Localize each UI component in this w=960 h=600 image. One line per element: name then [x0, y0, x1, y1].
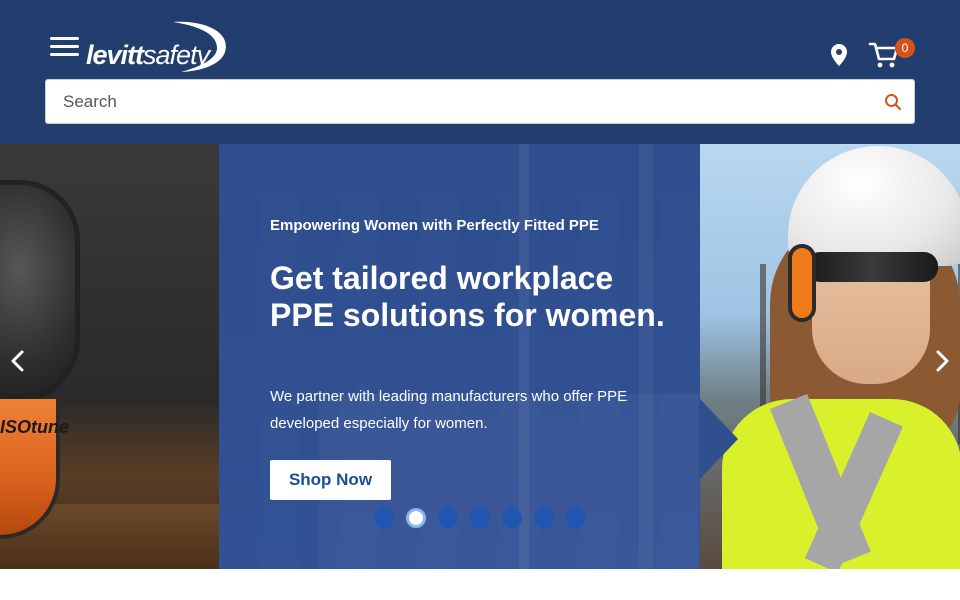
search-icon[interactable]: [884, 93, 902, 111]
hero-carousel: ISOtune Empowering Women with Perfectly …: [0, 144, 960, 569]
logo-text: levittsafety: [86, 40, 210, 70]
earmuff-brand-label: ISOtune: [0, 417, 70, 437]
orange-earmuff: [788, 244, 816, 322]
levittsafety-logo[interactable]: levittsafety: [85, 18, 230, 74]
carousel-pagination: [374, 508, 594, 530]
shop-now-button[interactable]: Shop Now: [270, 460, 391, 500]
carousel-dot[interactable]: [566, 508, 586, 528]
hero-subcopy: We partner with leading manufacturers wh…: [270, 388, 628, 432]
search-input[interactable]: [46, 80, 866, 123]
safety-glasses: [806, 252, 938, 282]
search-bar: [45, 79, 915, 124]
hard-hat: [788, 146, 960, 266]
woman-in-ppe-image: [700, 144, 960, 569]
menu-line: [50, 53, 79, 56]
cart-count-badge: 0: [895, 38, 915, 58]
hero-headline: Get tailored workplace PPE solutions for…: [270, 260, 665, 333]
menu-line: [50, 45, 79, 48]
panel-chevron-shape: [700, 399, 738, 479]
carousel-dot[interactable]: [502, 508, 522, 528]
hamburger-menu-icon[interactable]: [48, 34, 82, 60]
carousel-dot[interactable]: [438, 508, 458, 528]
earmuff-product-image: ISOtune: [0, 144, 220, 569]
hero-overlay-panel: [219, 144, 701, 569]
chevron-right-icon[interactable]: [932, 349, 952, 373]
chevron-left-icon[interactable]: [8, 349, 28, 373]
carousel-dot[interactable]: [406, 508, 426, 528]
carousel-dot[interactable]: [470, 508, 490, 528]
hero-eyebrow: Empowering Women with Perfectly Fitted P…: [270, 217, 599, 234]
carousel-dot[interactable]: [374, 508, 394, 528]
menu-line: [50, 37, 79, 40]
carousel-dot[interactable]: [534, 508, 554, 528]
location-pin-icon[interactable]: [828, 43, 850, 67]
site-header: levittsafety 0: [0, 0, 960, 144]
